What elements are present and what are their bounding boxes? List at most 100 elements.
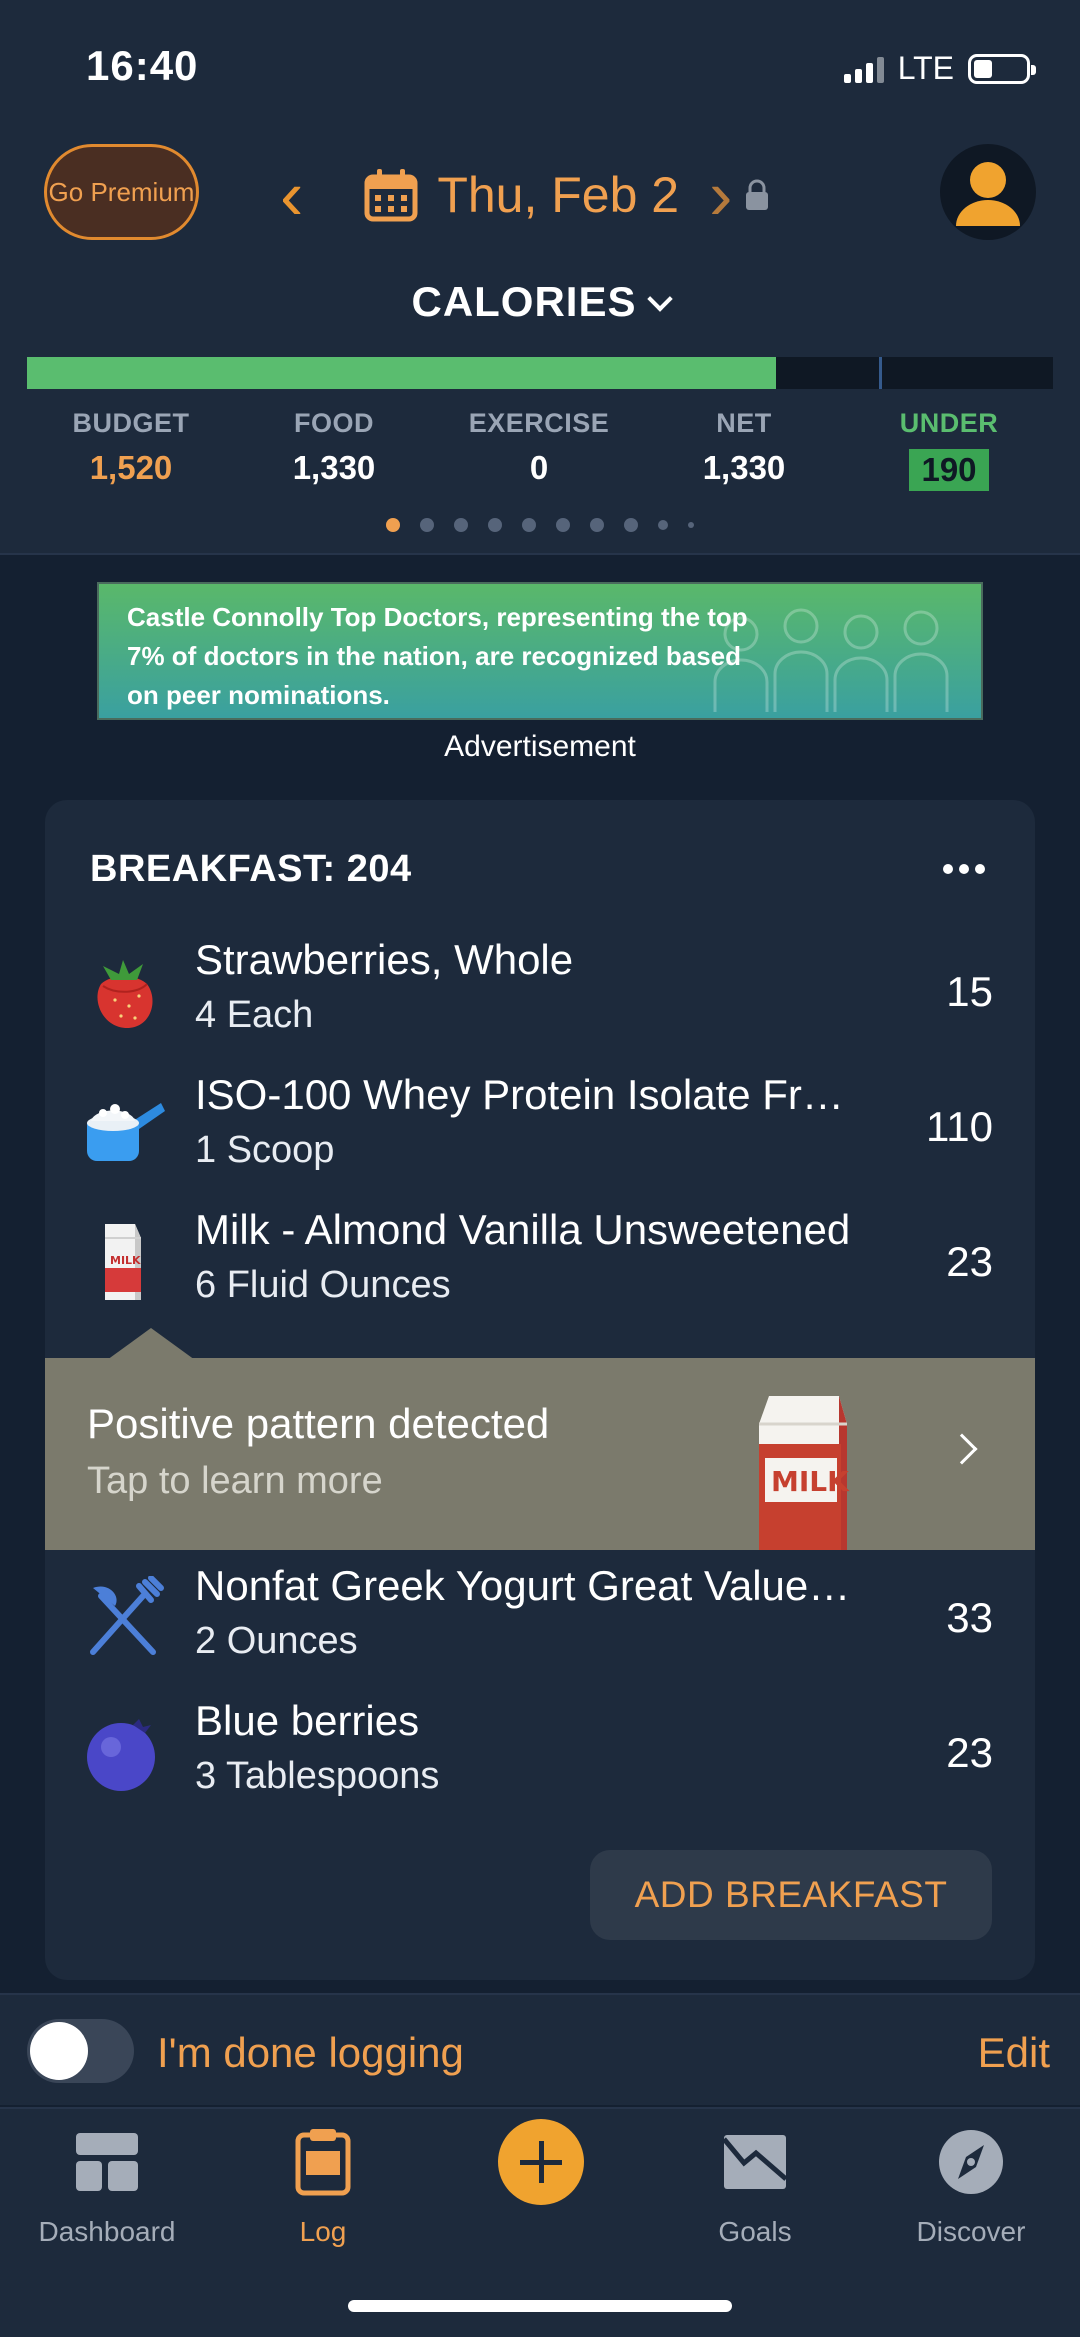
- edit-button[interactable]: Edit: [978, 2029, 1050, 2077]
- blueberry-icon: [87, 1719, 155, 1791]
- current-date[interactable]: Thu, Feb 2: [437, 166, 679, 224]
- previous-day-button[interactable]: ‹: [280, 160, 303, 230]
- page-dot[interactable]: [556, 518, 570, 532]
- go-premium-button[interactable]: Go Premium: [44, 144, 199, 240]
- food-calories: 15: [946, 968, 993, 1015]
- food-name: Milk - Almond Vanilla Unsweetened: [195, 1206, 851, 1253]
- stat-label: BUDGET: [72, 408, 190, 438]
- food-quantity: 4 Each: [195, 994, 314, 1036]
- tab-goals[interactable]: Goals: [650, 2127, 860, 2248]
- clipboard-icon: [295, 2129, 351, 2196]
- pattern-notch: [107, 1328, 195, 1360]
- add-breakfast-button[interactable]: ADD BREAKFAST: [590, 1850, 992, 1940]
- page-dot[interactable]: [420, 518, 434, 532]
- page-dot[interactable]: [658, 520, 668, 530]
- calorie-stats: BUDGET 1,520 FOOD 1,330 EXERCISE 0 NET 1…: [0, 408, 1080, 491]
- stat-value: 1,330: [292, 449, 376, 486]
- tab-label: Log: [299, 2216, 347, 2247]
- compass-icon: [939, 2130, 1003, 2194]
- food-item-blueberries[interactable]: Blue berries 3 Tablespoons 23: [45, 1691, 1035, 1821]
- next-day-button[interactable]: ›: [709, 160, 732, 230]
- positive-pattern-banner[interactable]: Positive pattern detected Tap to learn m…: [45, 1358, 1035, 1550]
- svg-text:MILK: MILK: [771, 1465, 850, 1498]
- calorie-progress-marker: [878, 357, 882, 389]
- stat-value: 0: [529, 449, 549, 486]
- done-logging-toggle[interactable]: [27, 2019, 134, 2083]
- food-name: Nonfat Greek Yogurt Great Value…: [195, 1562, 851, 1609]
- pattern-subtitle: Tap to learn more: [87, 1460, 383, 1502]
- food-calories: 33: [946, 1594, 993, 1641]
- stat-food: FOOD 1,330: [234, 408, 434, 487]
- food-item-greek-yogurt[interactable]: Nonfat Greek Yogurt Great Value… 2 Ounce…: [45, 1556, 1035, 1686]
- stat-label: EXERCISE: [468, 408, 610, 438]
- done-logging-label[interactable]: I'm done logging: [157, 2029, 464, 2077]
- user-icon: [956, 162, 1020, 226]
- milk-carton-icon: MILK: [105, 1224, 141, 1300]
- plus-icon[interactable]: [498, 2119, 584, 2205]
- ad-text: Castle Connolly Top Doctors, representin…: [127, 602, 748, 710]
- more-options-icon[interactable]: [943, 864, 985, 874]
- food-name: Blue berries: [195, 1697, 420, 1744]
- lock-icon: [746, 179, 769, 210]
- dashboard-icon: [76, 2133, 138, 2191]
- page-dot[interactable]: [386, 518, 400, 532]
- svg-text:MILK: MILK: [110, 1254, 141, 1267]
- tab-label: Discover: [916, 2216, 1026, 2247]
- calorie-progress-fill: [27, 357, 776, 389]
- page-dot[interactable]: [688, 522, 694, 528]
- profile-avatar[interactable]: [940, 144, 1036, 240]
- tab-discover[interactable]: Discover: [866, 2127, 1076, 2248]
- tab-dashboard[interactable]: Dashboard: [2, 2127, 212, 2248]
- strawberry-icon: [97, 960, 153, 1028]
- tab-log[interactable]: Log: [218, 2127, 428, 2248]
- status-indicators: LTE: [843, 50, 1036, 87]
- food-item-almond-milk[interactable]: MILK Milk - Almond Vanilla Unsweetened 6…: [45, 1200, 1035, 1330]
- stat-budget: BUDGET 1,520: [31, 408, 231, 487]
- protein-scoop-icon: [87, 1103, 165, 1161]
- stat-label: UNDER: [899, 408, 999, 438]
- breakfast-card: BREAKFAST: 204 Strawberries, Whole 4 Eac…: [45, 800, 1035, 1980]
- page-dot[interactable]: [590, 518, 604, 532]
- calories-title: CALORIES: [411, 278, 637, 325]
- milk-carton-icon: MILK: [759, 1396, 850, 1550]
- status-bar: 16:40 LTE: [0, 0, 1080, 130]
- food-quantity: 6 Fluid Ounces: [195, 1264, 451, 1306]
- food-quantity: 1 Scoop: [195, 1129, 335, 1171]
- tab-label: Goals: [718, 2216, 792, 2247]
- calorie-progress-bar: [27, 357, 1053, 389]
- status-time: 16:40: [86, 42, 199, 89]
- page-dot[interactable]: [522, 518, 536, 532]
- done-logging-bar: I'm done logging Edit: [0, 1993, 1080, 2105]
- under-badge: 190: [909, 449, 989, 491]
- stat-label: NET: [716, 408, 772, 438]
- stat-value: 1,520: [89, 449, 173, 486]
- food-quantity: 2 Ounces: [195, 1620, 358, 1662]
- home-indicator[interactable]: [348, 2300, 732, 2312]
- fork-knife-icon: [90, 1576, 164, 1655]
- battery-icon: [968, 53, 1036, 84]
- stat-under: UNDER 190: [849, 408, 1049, 491]
- network-label: LTE: [897, 50, 954, 86]
- signal-icon: [843, 55, 884, 83]
- food-item-whey-protein[interactable]: ISO-100 Whey Protein Isolate Fr… 1 Scoop…: [45, 1065, 1035, 1195]
- chevron-right-icon: [946, 1433, 978, 1465]
- food-name: ISO-100 Whey Protein Isolate Fr…: [195, 1071, 844, 1118]
- calendar-icon[interactable]: [363, 167, 419, 223]
- food-calories: 110: [926, 1103, 993, 1150]
- food-quantity: 3 Tablespoons: [195, 1755, 440, 1797]
- advertisement-banner[interactable]: Castle Connolly Top Doctors, representin…: [97, 582, 983, 720]
- tab-label: Dashboard: [38, 2216, 176, 2247]
- page-dot[interactable]: [454, 518, 468, 532]
- pattern-title: Positive pattern detected: [87, 1400, 550, 1447]
- chevron-down-icon: [646, 286, 673, 312]
- goals-icon: [722, 2135, 788, 2189]
- page-indicator[interactable]: [0, 518, 1080, 532]
- food-item-strawberries[interactable]: Strawberries, Whole 4 Each 15: [45, 930, 1035, 1060]
- stat-label: FOOD: [294, 408, 374, 438]
- calories-selector[interactable]: CALORIES: [0, 278, 1080, 326]
- date-navigator: ‹ Thu, Feb 2 ›: [280, 155, 770, 235]
- doctors-illustration: [713, 608, 949, 712]
- page-dot[interactable]: [624, 518, 638, 532]
- page-dot[interactable]: [488, 518, 502, 532]
- stat-exercise: EXERCISE 0: [439, 408, 639, 487]
